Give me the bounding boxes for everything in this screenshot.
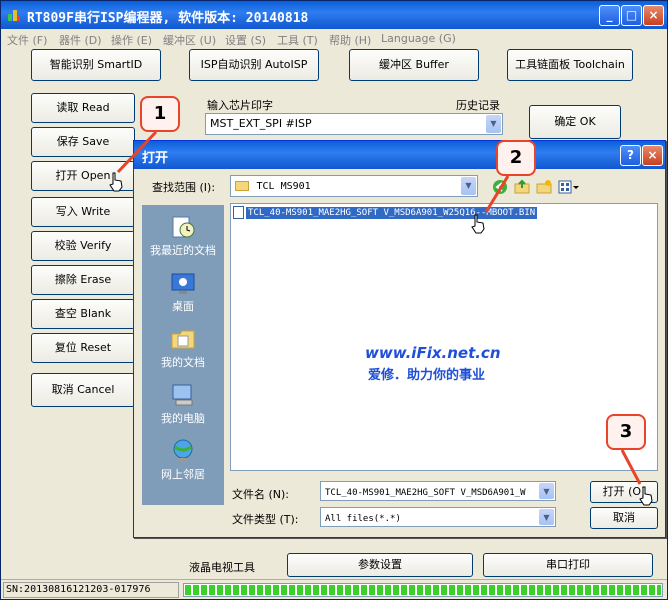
callout-arrows — [116, 130, 642, 485]
hand-cursor-icon — [109, 172, 123, 192]
hand-cursor-icon — [471, 214, 485, 234]
hand-cursor-icon — [639, 486, 653, 506]
